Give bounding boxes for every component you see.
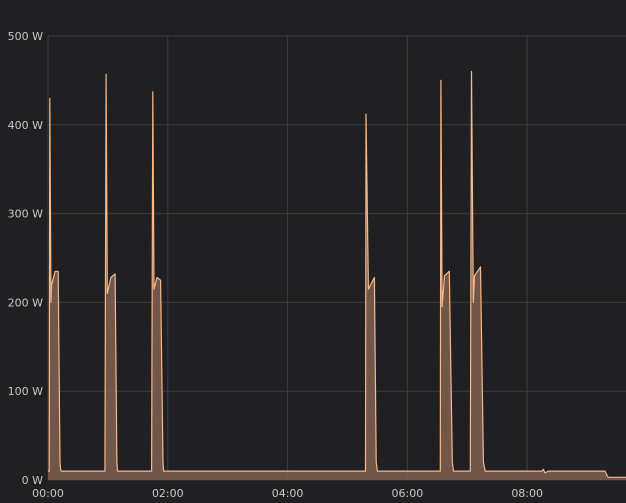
series-area-0 bbox=[48, 71, 626, 480]
y-tick-label: 500 W bbox=[8, 30, 43, 43]
x-tick-label: 06:00 bbox=[392, 487, 424, 500]
power-chart: 0 W100 W200 W300 W400 W500 W 00:00 02:00 0… bbox=[8, 30, 626, 500]
x-tick-label: 08:00 bbox=[511, 487, 543, 500]
y-tick-label: 300 W bbox=[8, 208, 43, 221]
y-tick-label: 100 W bbox=[8, 385, 43, 398]
y-axis-tick-labels: 0 W 100 W 200 W 300 W 400 W 500 W bbox=[8, 30, 43, 487]
x-tick-label: 00:00 bbox=[32, 487, 64, 500]
series-layer bbox=[48, 70, 626, 480]
series-line-0 bbox=[48, 70, 626, 478]
y-tick-label: 200 W bbox=[8, 296, 43, 309]
x-gridlines bbox=[47, 36, 528, 480]
x-axis-tick-labels: 00:00 02:00 04:00 06:00 08:00 bbox=[32, 487, 543, 500]
y-tick-label: 0 W bbox=[22, 474, 43, 487]
y-gridlines bbox=[48, 35, 626, 481]
x-tick-label: 04:00 bbox=[272, 487, 304, 500]
x-tick-label: 02:00 bbox=[152, 487, 184, 500]
y-tick-label: 400 W bbox=[8, 119, 43, 132]
